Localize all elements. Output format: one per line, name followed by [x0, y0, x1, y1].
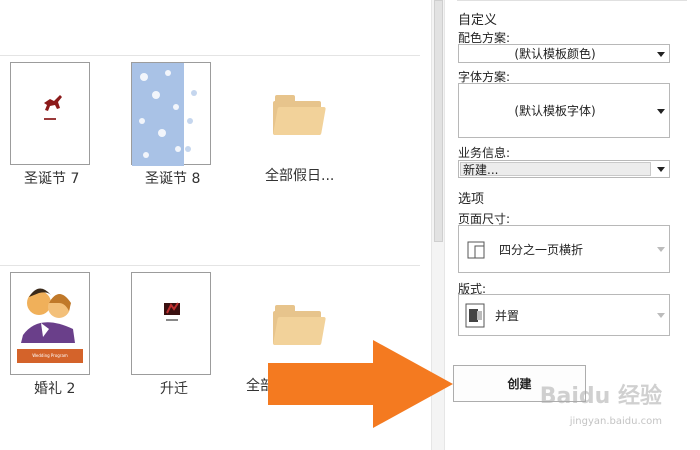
business-info-value: 新建... — [460, 162, 651, 177]
snowflake-pattern-icon — [132, 63, 197, 166]
couple-illustration-icon — [17, 288, 83, 363]
chevron-down-icon — [657, 108, 665, 114]
template-label: 升迁 — [160, 381, 188, 397]
template-label: 圣诞节 8 — [145, 171, 201, 187]
arrow-icon — [268, 340, 453, 428]
page-size-value: 四分之一页横折 — [499, 242, 584, 257]
color-scheme-select[interactable]: (默认模板颜色) — [458, 44, 670, 63]
watermark-text: Baidu 经验 — [539, 384, 662, 409]
template-thumbnail[interactable] — [131, 62, 211, 166]
template-thumbnail[interactable] — [131, 272, 211, 375]
divider — [0, 265, 420, 266]
color-scheme-value: (默认模板颜色) — [514, 47, 596, 61]
folder-icon — [273, 95, 326, 135]
business-info-label: 业务信息: — [458, 146, 511, 160]
template-label: 全部假日... — [265, 168, 335, 184]
reindeer-icon — [44, 95, 62, 120]
font-scheme-value: (默认模板字体) — [514, 104, 596, 118]
customize-panel: 自定义 配色方案: (默认模板颜色) 字体方案: (默认模板字体) 业务信息: … — [445, 0, 700, 450]
chevron-down-icon — [657, 313, 665, 318]
layout-value: 并置 — [495, 308, 520, 323]
chevron-down-icon — [657, 247, 665, 252]
page-size-select[interactable]: 四分之一页横折 — [458, 225, 670, 273]
section-custom-heading: 自定义 — [458, 13, 498, 28]
chevron-down-icon — [657, 167, 665, 172]
layout-icon — [465, 303, 485, 328]
divider — [457, 0, 687, 1]
banner-text: Wedding Program — [32, 353, 68, 358]
folder-icon — [273, 305, 326, 345]
watermark-url: jingyan.baidu.com — [569, 416, 662, 427]
chevron-down-icon — [657, 51, 665, 57]
business-info-select[interactable]: 新建... — [458, 160, 670, 178]
font-scheme-select[interactable]: (默认模板字体) — [458, 83, 670, 138]
page-fold-icon — [467, 241, 485, 259]
scrollbar-thumb[interactable] — [434, 0, 443, 242]
template-thumbnail[interactable]: Wedding Program — [10, 272, 90, 375]
badge-icon — [164, 302, 180, 321]
divider — [0, 55, 420, 56]
template-label: 婚礼 2 — [34, 381, 76, 397]
layout-select[interactable]: 并置 — [458, 294, 670, 336]
template-thumbnail[interactable] — [10, 62, 90, 165]
template-label: 圣诞节 7 — [24, 171, 80, 187]
section-options-heading: 选项 — [458, 192, 485, 207]
